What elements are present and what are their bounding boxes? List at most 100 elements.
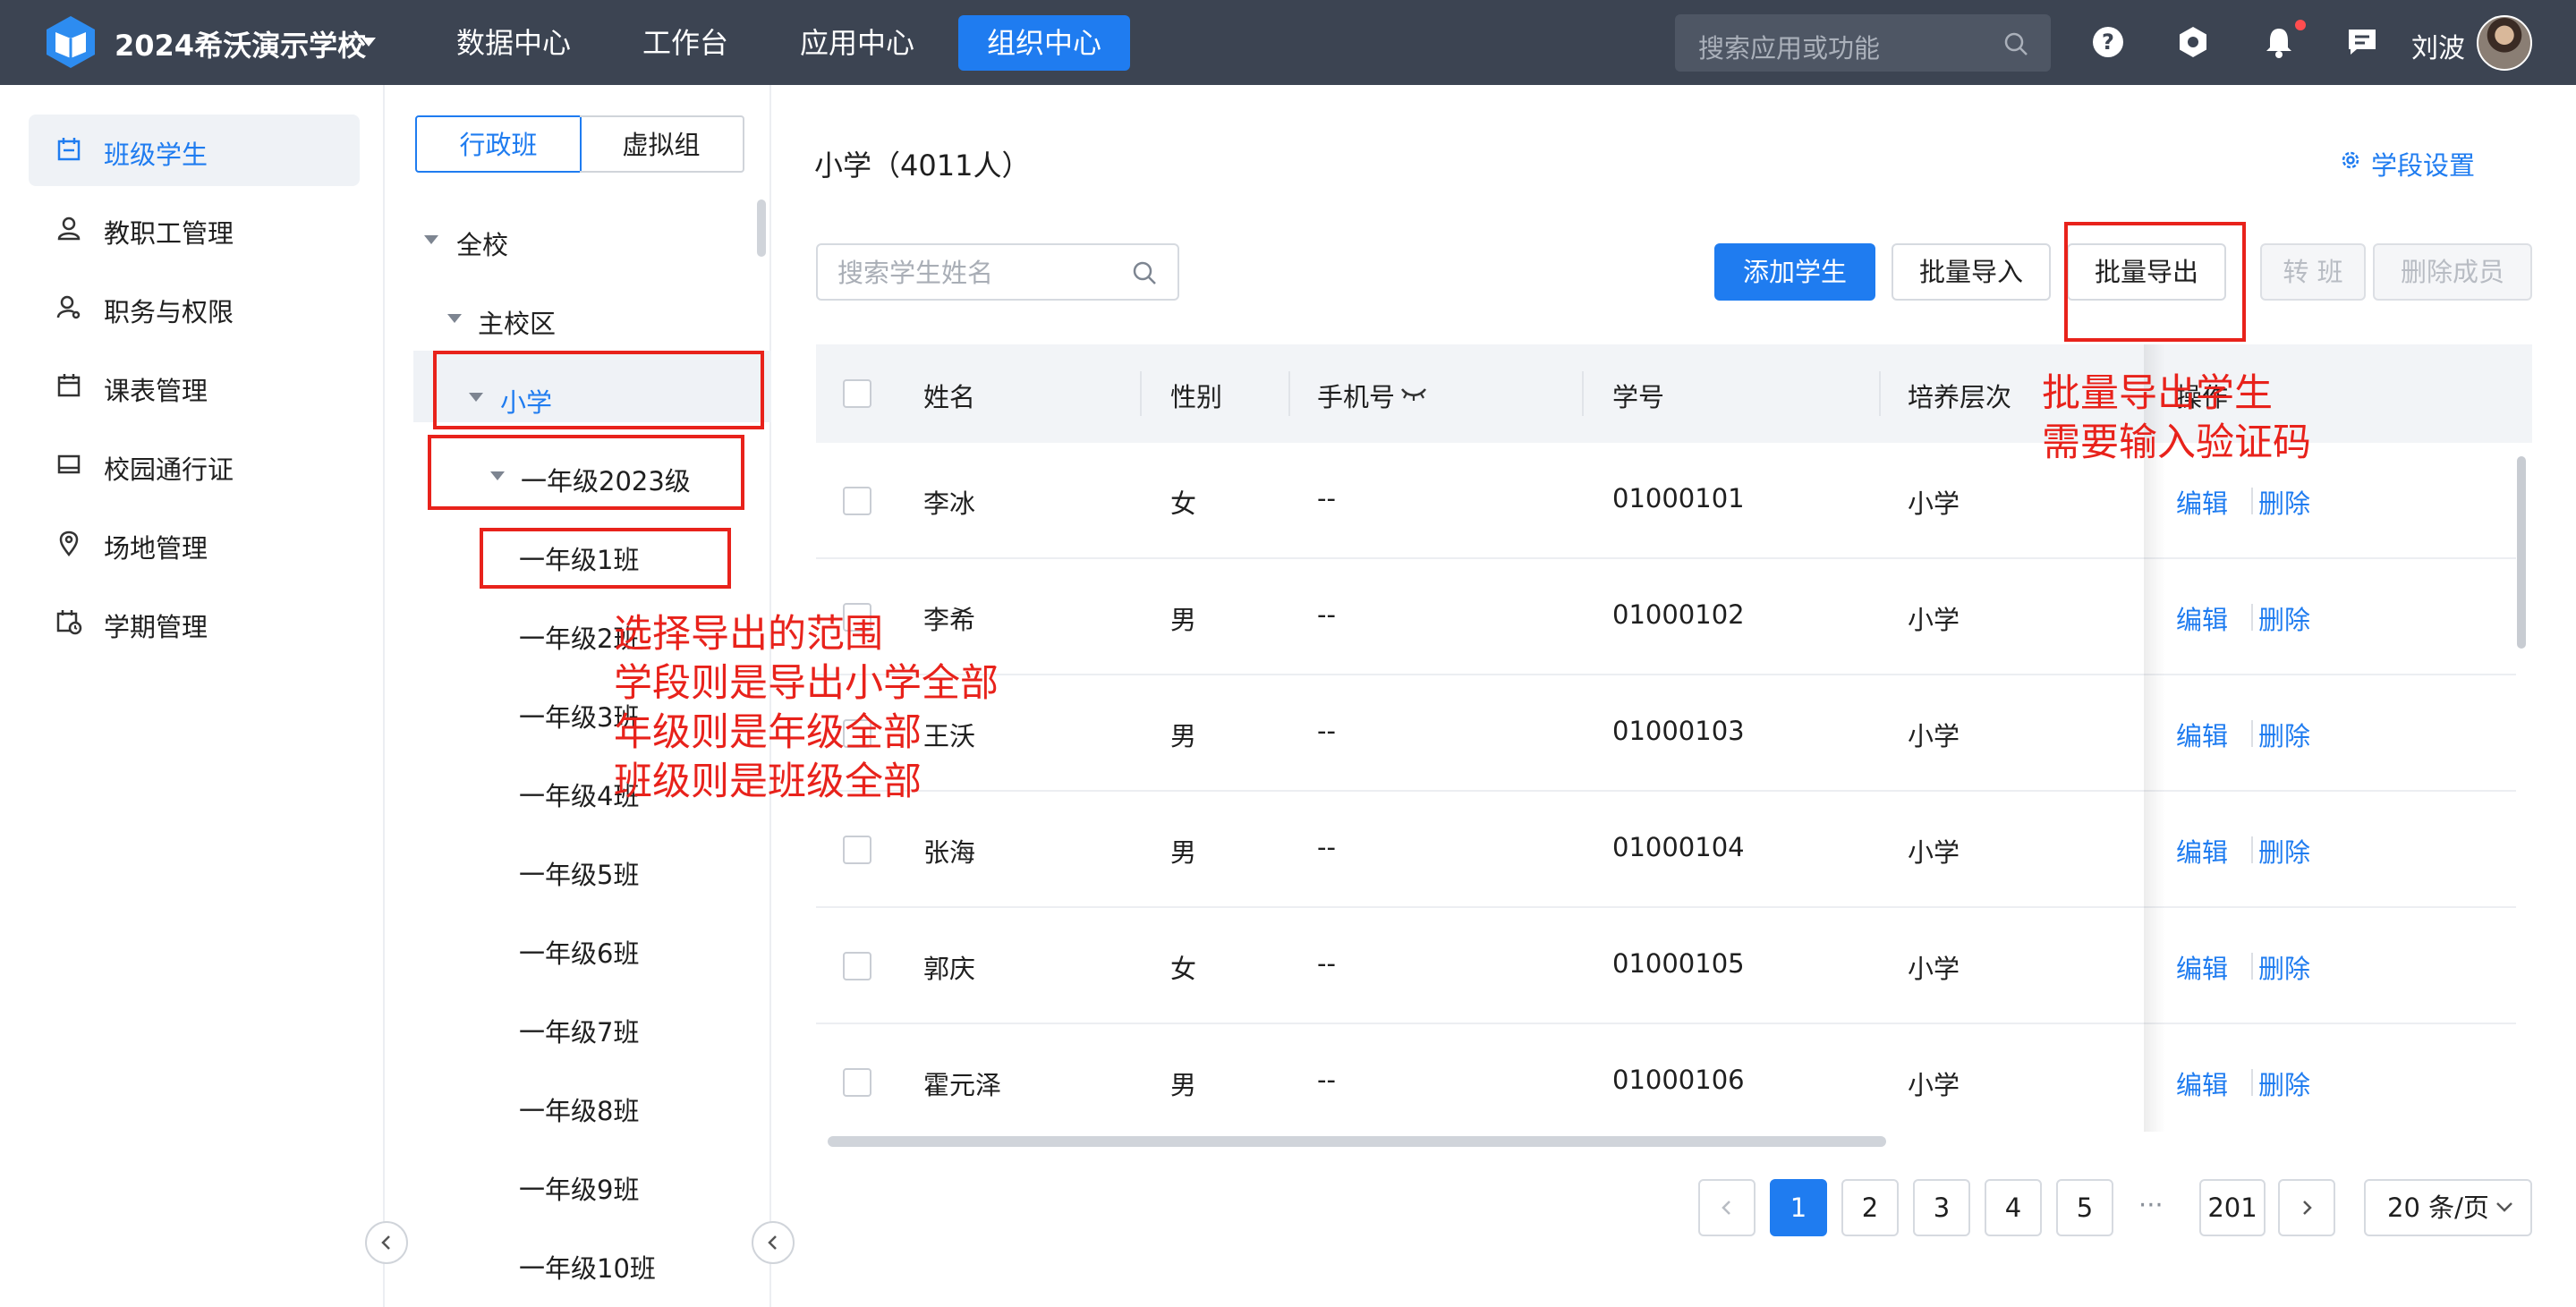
table-horizontal-scrollbar[interactable] bbox=[828, 1136, 1886, 1147]
help-icon[interactable]: ? bbox=[2091, 25, 2125, 59]
cell-level: 小学 bbox=[1908, 488, 1960, 519]
tree-node-class[interactable]: 一年级8班 bbox=[519, 1091, 639, 1128]
tree-node-campus[interactable]: 主校区 bbox=[478, 303, 556, 341]
page-title: 小学（4011人） bbox=[814, 149, 1031, 182]
global-search-input[interactable]: 搜索应用或功能 bbox=[1675, 14, 2051, 72]
page-size-value: 20 条/页 bbox=[2387, 1192, 2489, 1223]
edit-link[interactable]: 编辑 bbox=[2176, 1065, 2228, 1102]
student-search-input[interactable] bbox=[837, 256, 1124, 290]
tree-node-class[interactable]: 一年级7班 bbox=[519, 1012, 639, 1049]
prev-page-button[interactable] bbox=[1698, 1179, 1756, 1236]
tree-node-class[interactable]: 一年级6班 bbox=[519, 933, 639, 971]
delete-link[interactable]: 删除 bbox=[2258, 1065, 2310, 1102]
sidebar-item-label: 学期管理 bbox=[104, 612, 208, 642]
tree-node-root[interactable]: 全校 bbox=[456, 225, 508, 262]
page-button[interactable]: 4 bbox=[1985, 1179, 2042, 1236]
table-vertical-scrollbar[interactable] bbox=[2517, 456, 2526, 649]
tab-virtual-group[interactable]: 虚拟组 bbox=[580, 115, 744, 173]
select-all-checkbox[interactable] bbox=[843, 379, 871, 408]
batch-import-button[interactable]: 批量导入 bbox=[1892, 243, 2051, 301]
stage-settings-label: 学段设置 bbox=[2371, 150, 2476, 181]
tree-node-class[interactable]: 一年级9班 bbox=[519, 1169, 639, 1207]
expand-icon[interactable] bbox=[447, 314, 462, 323]
student-search-field[interactable] bbox=[816, 243, 1179, 301]
row-checkbox[interactable] bbox=[843, 952, 871, 980]
edit-link[interactable]: 编辑 bbox=[2176, 483, 2228, 521]
remove-member-button[interactable]: 删除成员 bbox=[2373, 243, 2532, 301]
row-checkbox[interactable] bbox=[843, 487, 871, 515]
delete-link[interactable]: 删除 bbox=[2258, 716, 2310, 753]
row-checkbox[interactable] bbox=[843, 1068, 871, 1097]
page-button[interactable]: 5 bbox=[2056, 1179, 2113, 1236]
row-checkbox[interactable] bbox=[843, 836, 871, 864]
transfer-class-button[interactable]: 转 班 bbox=[2260, 243, 2366, 301]
notification-dot bbox=[2295, 20, 2306, 30]
school-name[interactable]: 2024希沃演示学校 bbox=[115, 23, 366, 64]
bell-icon[interactable] bbox=[2262, 25, 2296, 59]
next-page-button[interactable] bbox=[2278, 1179, 2335, 1236]
nav-org-center[interactable]: 组织中心 bbox=[958, 15, 1131, 71]
link-divider bbox=[2251, 1069, 2253, 1096]
message-icon[interactable] bbox=[2345, 25, 2379, 59]
column-header-level: 培养层次 bbox=[1908, 382, 2012, 412]
chevron-left-icon bbox=[1722, 1201, 1730, 1215]
annotation-line: 班级则是班级全部 bbox=[614, 760, 922, 804]
cell-name: 张海 bbox=[923, 837, 976, 868]
page-button[interactable]: 2 bbox=[1841, 1179, 1899, 1236]
column-header-student-id: 学号 bbox=[1612, 382, 1665, 412]
collapse-tree-button[interactable] bbox=[752, 1221, 795, 1264]
edit-link[interactable]: 编辑 bbox=[2176, 832, 2228, 870]
settings-icon[interactable] bbox=[2176, 25, 2210, 59]
delete-link[interactable]: 删除 bbox=[2258, 948, 2310, 986]
page-ellipsis[interactable]: ··· bbox=[2138, 1190, 2164, 1220]
sidebar-item-label: 班级学生 bbox=[104, 140, 208, 170]
page-size-select[interactable]: 20 条/页 bbox=[2364, 1179, 2532, 1236]
add-student-button[interactable]: 添加学生 bbox=[1714, 243, 1875, 301]
last-page-button[interactable]: 201 bbox=[2199, 1179, 2266, 1236]
stage-settings-link[interactable]: 学段设置 bbox=[2342, 145, 2476, 182]
expand-icon[interactable] bbox=[424, 235, 438, 244]
sidebar-item-venue[interactable]: 场地管理 bbox=[29, 508, 360, 580]
cell-name: 霍元泽 bbox=[923, 1070, 1002, 1100]
column-divider bbox=[1582, 371, 1584, 416]
collapse-sidebar-button[interactable] bbox=[365, 1221, 408, 1264]
cell-level: 小学 bbox=[1908, 721, 1960, 751]
school-dropdown-icon[interactable] bbox=[361, 38, 376, 47]
nav-data-center[interactable]: 数据中心 bbox=[428, 15, 599, 71]
tree-node-class[interactable]: 一年级10班 bbox=[519, 1248, 656, 1286]
page-button[interactable]: 3 bbox=[1913, 1179, 1970, 1236]
cell-student-id: 01000104 bbox=[1612, 832, 1745, 862]
tab-admin-class[interactable]: 行政班 bbox=[415, 115, 582, 173]
tree-node-class[interactable]: 一年级5班 bbox=[519, 854, 639, 892]
search-icon bbox=[2004, 32, 2028, 55]
tree-scrollbar[interactable] bbox=[757, 199, 766, 257]
cell-phone: -- bbox=[1317, 716, 1336, 746]
nav-app-center[interactable]: 应用中心 bbox=[771, 15, 943, 71]
sidebar-item-label: 场地管理 bbox=[104, 533, 208, 564]
search-icon[interactable] bbox=[1131, 259, 1158, 286]
delete-link[interactable]: 删除 bbox=[2258, 832, 2310, 870]
location-icon bbox=[59, 530, 79, 556]
annotation-box-grade bbox=[428, 435, 744, 510]
delete-link[interactable]: 删除 bbox=[2258, 599, 2310, 637]
user-icon bbox=[57, 216, 81, 241]
column-divider bbox=[1879, 371, 1881, 416]
nav-workbench[interactable]: 工作台 bbox=[614, 15, 757, 71]
edit-link[interactable]: 编辑 bbox=[2176, 716, 2228, 753]
sidebar-item-class-students[interactable]: 班级学生 bbox=[29, 115, 360, 186]
sidebar-item-campus-pass[interactable]: 校园通行证 bbox=[29, 429, 360, 501]
sidebar-item-staff[interactable]: 教职工管理 bbox=[29, 193, 360, 265]
sidebar-item-semester[interactable]: 学期管理 bbox=[29, 587, 360, 658]
eye-closed-icon[interactable] bbox=[1399, 384, 1428, 403]
edit-link[interactable]: 编辑 bbox=[2176, 599, 2228, 637]
page-button[interactable]: 1 bbox=[1770, 1179, 1827, 1236]
sidebar-item-roles[interactable]: 职务与权限 bbox=[29, 272, 360, 344]
chevron-down-icon bbox=[2496, 1202, 2512, 1212]
delete-link[interactable]: 删除 bbox=[2258, 483, 2310, 521]
sidebar-item-timetable[interactable]: 课表管理 bbox=[29, 351, 360, 422]
cell-gender: 男 bbox=[1170, 1070, 1197, 1100]
avatar[interactable] bbox=[2477, 15, 2532, 71]
gear-icon bbox=[2342, 151, 2359, 169]
edit-link[interactable]: 编辑 bbox=[2176, 948, 2228, 986]
user-name[interactable]: 刘波 bbox=[2411, 26, 2465, 65]
